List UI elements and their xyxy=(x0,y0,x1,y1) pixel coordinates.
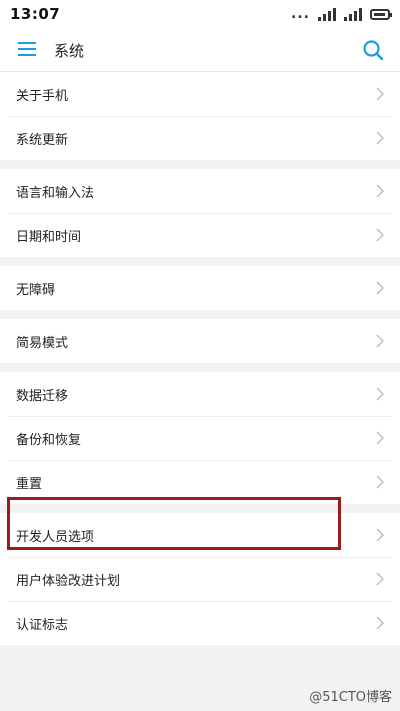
settings-group-5: 数据迁移 备份和恢复 重置 xyxy=(0,372,400,504)
settings-item-backup-restore[interactable]: 备份和恢复 xyxy=(0,416,400,460)
settings-item-data-migration[interactable]: 数据迁移 xyxy=(0,372,400,416)
group-divider xyxy=(0,257,400,266)
settings-item-label: 数据迁移 xyxy=(16,388,69,404)
chevron-right-icon xyxy=(376,528,384,542)
hamburger-menu-icon[interactable] xyxy=(18,42,36,56)
settings-item-user-experience[interactable]: 用户体验改进计划 xyxy=(0,557,400,601)
settings-item-system-update[interactable]: 系统更新 xyxy=(0,116,400,160)
status-time: 13:07 xyxy=(10,5,61,23)
settings-item-simple-mode[interactable]: 简易模式 xyxy=(0,319,400,363)
chevron-right-icon xyxy=(376,475,384,489)
settings-item-accessibility[interactable]: 无障碍 xyxy=(0,266,400,310)
group-divider xyxy=(0,310,400,319)
settings-item-developer-options[interactable]: 开发人员选项 xyxy=(0,513,400,557)
settings-group-1: 关于手机 系统更新 xyxy=(0,72,400,160)
settings-group-6: 开发人员选项 用户体验改进计划 认证标志 xyxy=(0,513,400,645)
chevron-right-icon xyxy=(376,184,384,198)
chevron-right-icon xyxy=(376,431,384,445)
chevron-right-icon xyxy=(376,572,384,586)
settings-item-label: 语言和输入法 xyxy=(16,185,95,201)
status-bar: 13:07 ... xyxy=(0,0,400,28)
notification-dots: ... xyxy=(291,6,310,22)
chevron-right-icon xyxy=(376,131,384,145)
settings-item-label: 日期和时间 xyxy=(16,229,82,245)
settings-item-label: 认证标志 xyxy=(16,617,69,633)
app-bar: 系统 xyxy=(0,28,400,72)
status-icons: ... xyxy=(291,6,392,22)
group-divider xyxy=(0,160,400,169)
settings-item-label: 无障碍 xyxy=(16,282,56,298)
settings-item-label: 简易模式 xyxy=(16,335,69,351)
search-icon[interactable] xyxy=(362,39,384,61)
chevron-right-icon xyxy=(376,87,384,101)
chevron-right-icon xyxy=(376,281,384,295)
battery-icon xyxy=(370,8,392,20)
settings-item-about-phone[interactable]: 关于手机 xyxy=(0,72,400,116)
settings-item-date-time[interactable]: 日期和时间 xyxy=(0,213,400,257)
settings-group-2: 语言和输入法 日期和时间 xyxy=(0,169,400,257)
chevron-right-icon xyxy=(376,228,384,242)
settings-item-label: 重置 xyxy=(16,476,43,492)
chevron-right-icon xyxy=(376,334,384,348)
settings-list: 关于手机 系统更新 语言和输入法 日期和时间 无障碍 简易模式 数据迁移 备份和… xyxy=(0,72,400,645)
settings-item-label: 关于手机 xyxy=(16,88,69,104)
page-title: 系统 xyxy=(54,42,85,60)
settings-item-label: 用户体验改进计划 xyxy=(16,573,121,589)
group-divider xyxy=(0,363,400,372)
signal-icon-secondary xyxy=(344,7,362,21)
settings-item-label: 开发人员选项 xyxy=(16,529,95,545)
watermark: @51CTO博客 xyxy=(309,690,392,705)
settings-item-label: 备份和恢复 xyxy=(16,432,82,448)
settings-group-3: 无障碍 xyxy=(0,266,400,310)
chevron-right-icon xyxy=(376,616,384,630)
settings-item-language-input[interactable]: 语言和输入法 xyxy=(0,169,400,213)
group-divider xyxy=(0,504,400,513)
settings-item-reset[interactable]: 重置 xyxy=(0,460,400,504)
signal-icon xyxy=(318,7,336,21)
settings-item-certification[interactable]: 认证标志 xyxy=(0,601,400,645)
settings-group-4: 简易模式 xyxy=(0,319,400,363)
settings-item-label: 系统更新 xyxy=(16,132,69,148)
chevron-right-icon xyxy=(376,387,384,401)
